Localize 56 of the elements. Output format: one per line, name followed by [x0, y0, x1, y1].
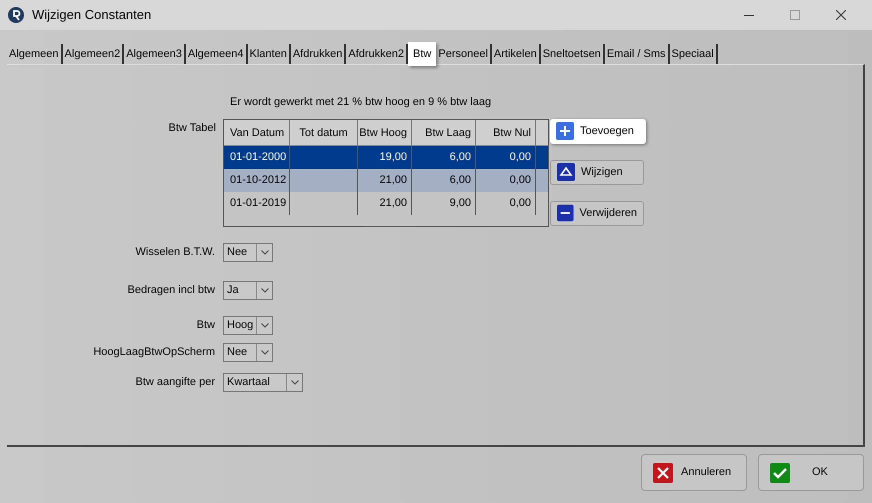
app-logo-icon	[8, 7, 24, 23]
tab[interactable]: Algemeen2	[62, 44, 124, 64]
dropdown[interactable]: Nee	[223, 242, 273, 262]
table-cell: 6,00	[450, 174, 471, 186]
table-cell: 0,00	[510, 150, 531, 162]
window-title: Wijzigen Constanten	[32, 6, 152, 24]
table-cell: 01-01-2019	[230, 196, 286, 208]
chevron-down-icon	[290, 380, 298, 384]
table-action-button[interactable]: Verwijderen	[550, 200, 644, 226]
table-cell: 6,00	[450, 150, 471, 162]
tab[interactable]: Algemeen	[7, 44, 63, 64]
tab[interactable]: Personeel	[436, 44, 492, 64]
table-cell: 21,00	[379, 174, 407, 186]
minus-icon	[557, 204, 574, 222]
chevron-down-icon	[260, 322, 268, 328]
table-row[interactable]: 01-01-2000 19,00 6,00 0,00	[224, 146, 548, 168]
tab[interactable]: Algemeen4	[186, 44, 248, 64]
dialog-button[interactable]: Annuleren	[641, 454, 747, 491]
table-cell: 01-01-2000	[230, 150, 286, 162]
table-label: Btw Tabel	[168, 120, 216, 136]
table-cell: 19,00	[379, 150, 407, 162]
chevron-down-icon	[260, 288, 268, 292]
field-label: Btw aangifte per	[134, 374, 215, 390]
table-action-button[interactable]: Wijzigen	[550, 160, 644, 184]
table-row[interactable]: 01-10-2012 21,00 6,00 0,00	[224, 168, 548, 192]
table-row[interactable]: 01-01-2019 21,00 9,00 0,00	[224, 192, 548, 214]
chevron-down-icon	[260, 350, 268, 354]
tab[interactable]: Afdrukken	[290, 44, 346, 64]
info-text: Er wordt gewerkt met 21 % btw hoog en 9 % btw laag	[230, 96, 492, 108]
field-label: Wisselen B.T.W.	[134, 244, 215, 260]
close-icon[interactable]	[836, 10, 846, 20]
field-label: Btw	[196, 318, 215, 333]
dropdown[interactable]: Nee	[223, 342, 273, 362]
table-cell: 9,00	[450, 196, 471, 208]
chevron-down-icon	[260, 250, 268, 254]
dropdown[interactable]: Kwartaal	[223, 372, 303, 392]
table-cell: 0,00	[510, 196, 531, 208]
dropdown[interactable]: Ja	[223, 280, 273, 300]
tab[interactable]: Sneltoetsen	[540, 44, 605, 64]
check-icon	[770, 462, 790, 482]
tab[interactable]: Speciaal	[670, 44, 718, 64]
plus-icon	[556, 122, 574, 140]
field-label: HoogLaagBtwOpScherm	[92, 344, 215, 360]
table-cell: 0,00	[510, 174, 531, 186]
close-icon	[653, 462, 673, 482]
table-cell: 21,00	[379, 196, 407, 208]
field-label: Bedragen incl btw	[126, 282, 215, 298]
dialog-button[interactable]: OK	[758, 454, 864, 491]
tab[interactable]: Btw	[408, 42, 436, 66]
tab[interactable]: Klanten	[248, 44, 291, 64]
tab[interactable]: Email / Sms	[604, 44, 670, 64]
tab[interactable]: Algemeen3	[124, 44, 186, 64]
tab[interactable]: Artikelen	[492, 44, 541, 64]
table-cell: 01-10-2012	[230, 174, 286, 186]
dropdown[interactable]: Hoog	[223, 316, 273, 334]
table-action-button[interactable]: Toevoegen	[550, 118, 646, 144]
